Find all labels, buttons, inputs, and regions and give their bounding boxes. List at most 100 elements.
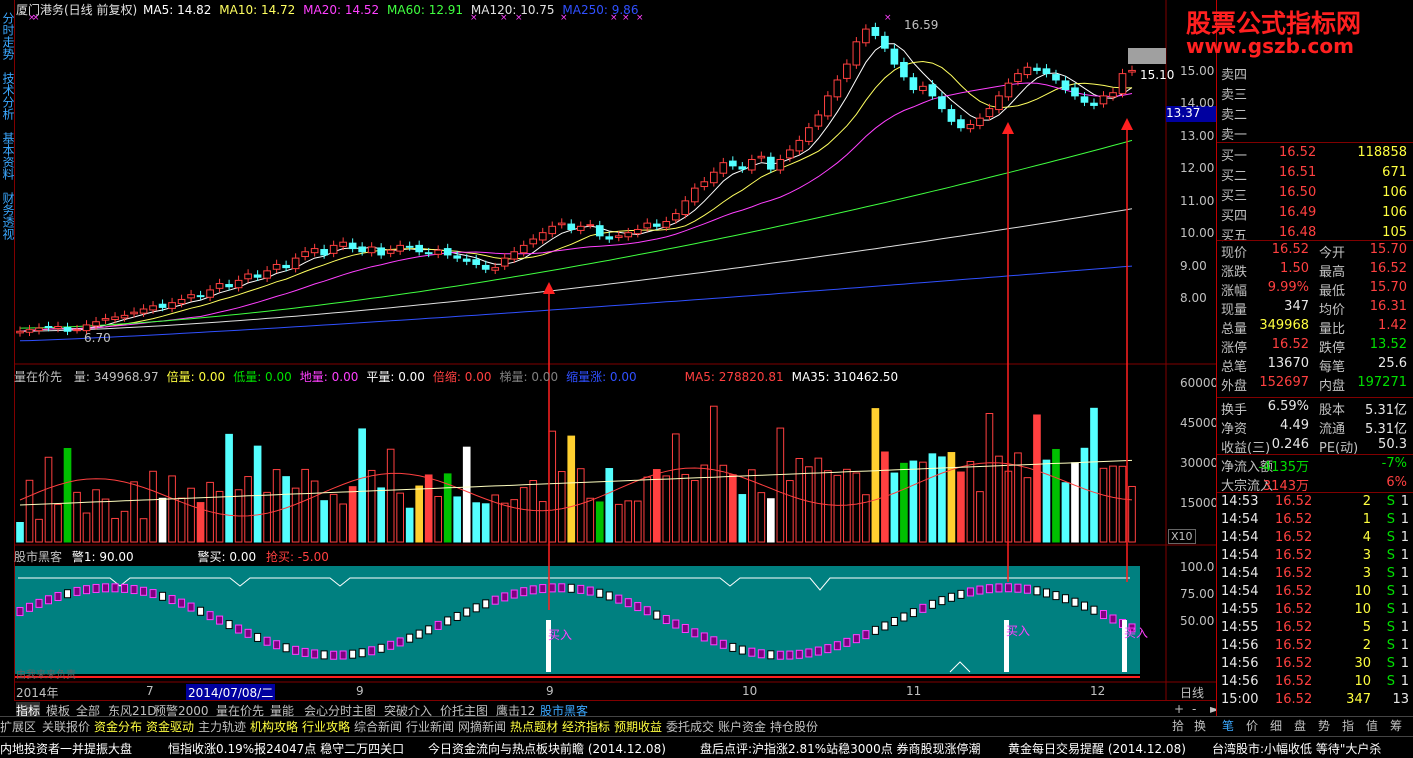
price-scroll-box[interactable]: [1128, 48, 1166, 64]
volume-bar: [215, 490, 224, 543]
indicator-bar: [121, 583, 129, 593]
volume-stat: 缩量涨: 0.00: [566, 370, 637, 384]
volume-bar: [405, 507, 414, 543]
right-tab[interactable]: 笔: [1222, 717, 1234, 734]
indicator-bar: [691, 628, 699, 638]
volume-bar: [852, 472, 861, 543]
volume-bar: [272, 469, 281, 543]
quote-label: 均价: [1319, 303, 1346, 318]
volume-bar: [158, 497, 167, 543]
menu-item[interactable]: 机构攻略: [250, 718, 298, 735]
volume-bar: [177, 497, 186, 543]
volume-bar: [947, 452, 956, 543]
tick-row: 14:56 16.52 2 S 1: [1221, 638, 1411, 656]
menu-item[interactable]: 热点题材: [510, 718, 558, 735]
ticker-headline[interactable]: 今日资金流向与热点板块前瞻 (2014.12.08): [428, 740, 666, 757]
quote-value: 16.52: [1271, 242, 1309, 257]
ticker-headline[interactable]: 恒指收涨0.19%报24047点 稳守二万四关口: [168, 740, 404, 757]
candle: [728, 156, 737, 170]
indicator-bar: [1033, 586, 1041, 596]
buy-signal-label: 买入: [1006, 624, 1031, 638]
tick-volume: 10: [1354, 584, 1371, 599]
quote-row: 总量 349968 量比 1.42: [1221, 318, 1411, 337]
ticker-headline[interactable]: 台湾股市:小幅收低 等待"大户杀: [1212, 740, 1381, 757]
indicator-bar: [767, 650, 775, 660]
tick-count: 1: [1400, 494, 1409, 509]
right-tab[interactable]: 细: [1270, 717, 1282, 734]
indicator-bar: [130, 585, 138, 595]
volume-bar: [900, 462, 908, 543]
tick-row: 14:54 16.52 1 S 1: [1221, 512, 1411, 530]
menu-item[interactable]: 委托成交: [666, 718, 714, 735]
candle: [25, 324, 34, 337]
price-tick: 13.00: [1180, 129, 1215, 143]
tab-technical-analysis[interactable]: 技术分析: [0, 66, 15, 126]
volume-bar: [472, 502, 481, 543]
ticker-headline[interactable]: 黄金每日交易提醒 (2014.12.08): [1008, 740, 1186, 757]
date-month: 7: [146, 684, 154, 698]
candle: [434, 245, 443, 259]
volume-bar: [795, 457, 804, 543]
menu-item[interactable]: 资金分布: [94, 718, 142, 735]
indicator-bar: [453, 611, 461, 621]
volume-bar: [453, 496, 462, 543]
menu-item[interactable]: 预期收益: [614, 718, 662, 735]
menu-item[interactable]: 扩展区: [0, 718, 36, 735]
volume-bar: [396, 492, 404, 543]
menu-item[interactable]: 网摘新闻: [458, 718, 506, 735]
ticker-headline[interactable]: 盘后点评:沪指涨2.81%站稳3000点 券商股现涨停潮: [700, 740, 981, 757]
ticker-headline[interactable]: 内地投资者一并提振大盘: [0, 740, 132, 757]
volume-indicator-name[interactable]: 量在价先: [14, 370, 62, 384]
ma250-label: MA250: 9.86: [562, 3, 639, 17]
nav-minus[interactable]: -: [1192, 702, 1196, 716]
price-tick: 15.00: [1180, 64, 1215, 78]
right-tab[interactable]: 指: [1342, 717, 1354, 734]
volume-bar: [757, 492, 766, 543]
volume-stat: 梯量: 0.00: [499, 370, 559, 384]
indicator-bar: [814, 646, 822, 656]
indicator-bar: [995, 583, 1003, 593]
indicator-bar: [216, 615, 224, 625]
tick-count: 1: [1400, 674, 1409, 689]
candle: [919, 81, 927, 95]
indicator-bar: [102, 583, 110, 593]
menu-item[interactable]: 主力轨迹: [198, 718, 246, 735]
right-tab[interactable]: 势: [1318, 717, 1330, 734]
indicator-bar: [83, 585, 91, 595]
right-tab[interactable]: 筹: [1390, 717, 1402, 734]
menu-item[interactable]: 行业攻略: [302, 718, 350, 735]
right-tab[interactable]: 盘: [1294, 717, 1306, 734]
volume-bar: [519, 487, 528, 543]
period-label[interactable]: 日线: [1180, 684, 1204, 701]
volume-bar: [557, 471, 566, 543]
volume-bar: [301, 468, 309, 543]
menu-item[interactable]: 综合新闻: [354, 718, 402, 735]
right-tab[interactable]: 价: [1246, 717, 1258, 734]
quote-row: 涨幅 9.99% 最低 15.70: [1221, 280, 1411, 299]
menu-item[interactable]: 行业新闻: [406, 718, 454, 735]
tick-row: 15:00 16.52 347 13: [1221, 692, 1411, 710]
side-tool-button[interactable]: 拾: [1172, 717, 1184, 734]
tab-financials[interactable]: 财务透视: [0, 186, 15, 246]
menu-item[interactable]: 账户资金: [718, 718, 766, 735]
tab-basic-info[interactable]: 基本资料: [0, 126, 15, 186]
indicator-bar: [54, 592, 62, 602]
menu-item[interactable]: 持仓股份: [770, 718, 818, 735]
quote-row: 涨停 16.52 跌停 13.52: [1221, 337, 1411, 356]
ma60-line: [19, 139, 1133, 329]
volume-bar: [624, 500, 633, 543]
tab-minute-chart[interactable]: 分时走势: [0, 6, 15, 66]
side-tool-button[interactable]: 换: [1194, 717, 1206, 734]
volume-bar: [1090, 407, 1098, 543]
ask-row: 卖四: [1221, 64, 1411, 83]
stock-title[interactable]: 厦门港务(日线 前复权): [16, 3, 137, 17]
indicator-bar: [909, 608, 917, 618]
menu-item[interactable]: 资金驱动: [146, 718, 194, 735]
menu-item[interactable]: 经济指标: [562, 718, 610, 735]
volume-bar: [510, 499, 519, 543]
menu-item[interactable]: 关联报价: [42, 718, 90, 735]
nav-plus[interactable]: +: [1174, 702, 1184, 716]
right-tab[interactable]: 值: [1366, 717, 1378, 734]
indicator-name[interactable]: 股市黑客: [14, 550, 62, 564]
indicator-bar: [795, 649, 803, 659]
